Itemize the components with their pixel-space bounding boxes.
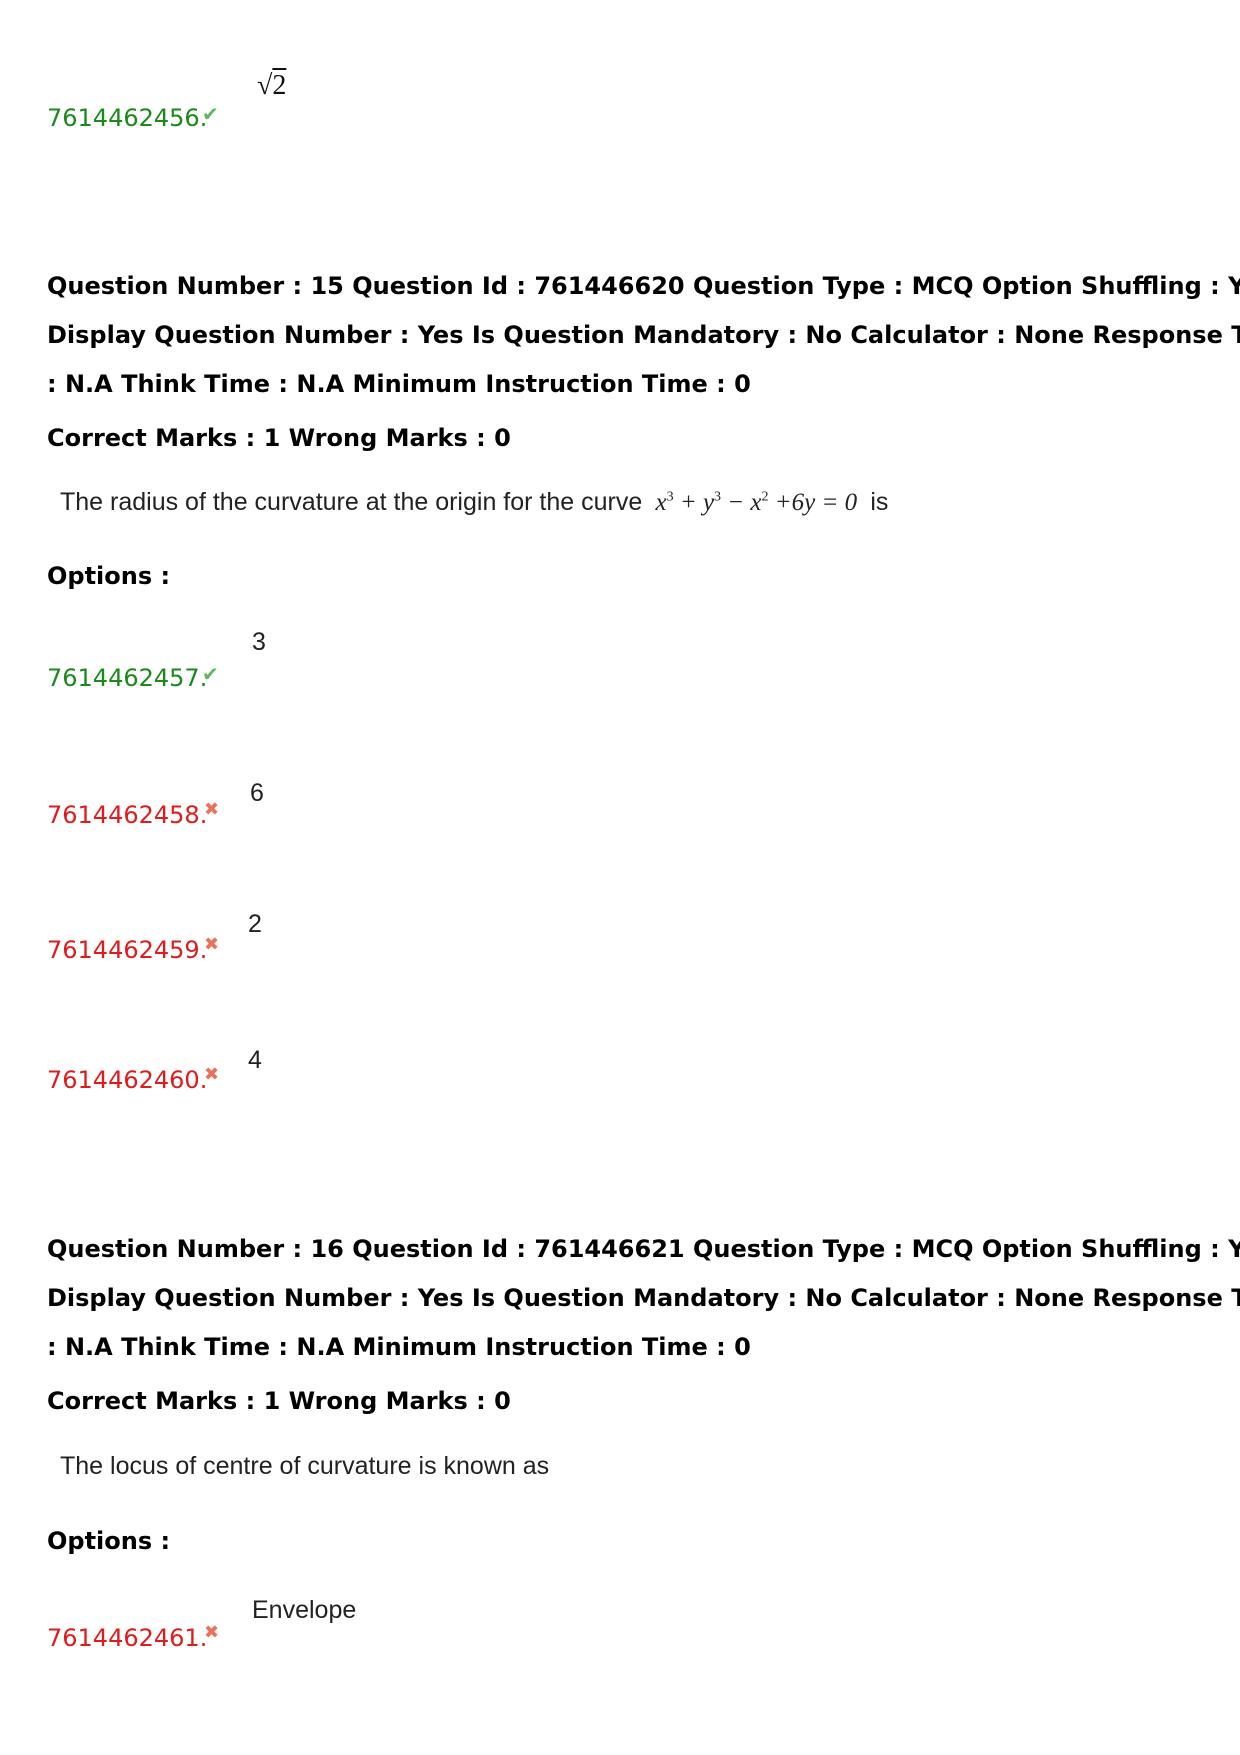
option-id: 7614462457. (47, 664, 208, 692)
question-text-body: The radius of the curvature at the origi… (60, 488, 643, 516)
meta-line: Question Number : 16 Question Id : 76144… (47, 1235, 1240, 1263)
question-meta: Question Number : 16 Question Id : 76144… (47, 1225, 1240, 1372)
option-id: 7614462461. (47, 1624, 208, 1652)
question-text-suffix: is (870, 488, 889, 516)
marks-line: Correct Marks : 1 Wrong Marks : 0 (47, 1387, 511, 1415)
meta-line: Display Question Number : Yes Is Questio… (47, 1284, 1240, 1312)
option-value: √2 (257, 70, 287, 101)
option-id: 7614462459. (47, 936, 208, 964)
option-value: 2 (248, 910, 262, 938)
cross-icon: ✖ (204, 799, 220, 820)
options-label: Options : (47, 1527, 171, 1555)
option-value: Envelope (252, 1596, 357, 1624)
option-value: 4 (248, 1046, 262, 1074)
question-text: The radius of the curvature at the origi… (60, 488, 888, 517)
option-value: 3 (252, 628, 266, 656)
cross-icon: ✖ (204, 1064, 220, 1085)
cross-icon: ✖ (204, 934, 220, 955)
meta-line: : N.A Think Time : N.A Minimum Instructi… (47, 370, 751, 398)
equation: x3 + y3 − x2 +6y = 0 (649, 489, 864, 516)
question-meta: Question Number : 15 Question Id : 76144… (47, 262, 1240, 409)
meta-line: Question Number : 15 Question Id : 76144… (47, 272, 1240, 300)
option-id: 7614462456. (47, 104, 208, 132)
meta-line: : N.A Think Time : N.A Minimum Instructi… (47, 1333, 751, 1361)
meta-line: Display Question Number : Yes Is Questio… (47, 321, 1240, 349)
marks-line: Correct Marks : 1 Wrong Marks : 0 (47, 424, 511, 452)
check-icon: ✔ (202, 662, 219, 686)
question-text-body: The locus of centre of curvature is know… (60, 1452, 550, 1480)
option-id: 7614462458. (47, 801, 208, 829)
check-icon: ✔ (202, 102, 219, 126)
option-id: 7614462460. (47, 1066, 208, 1094)
question-text: The locus of centre of curvature is know… (60, 1452, 549, 1481)
option-value: 6 (250, 779, 264, 807)
cross-icon: ✖ (204, 1622, 220, 1643)
options-label: Options : (47, 562, 171, 590)
